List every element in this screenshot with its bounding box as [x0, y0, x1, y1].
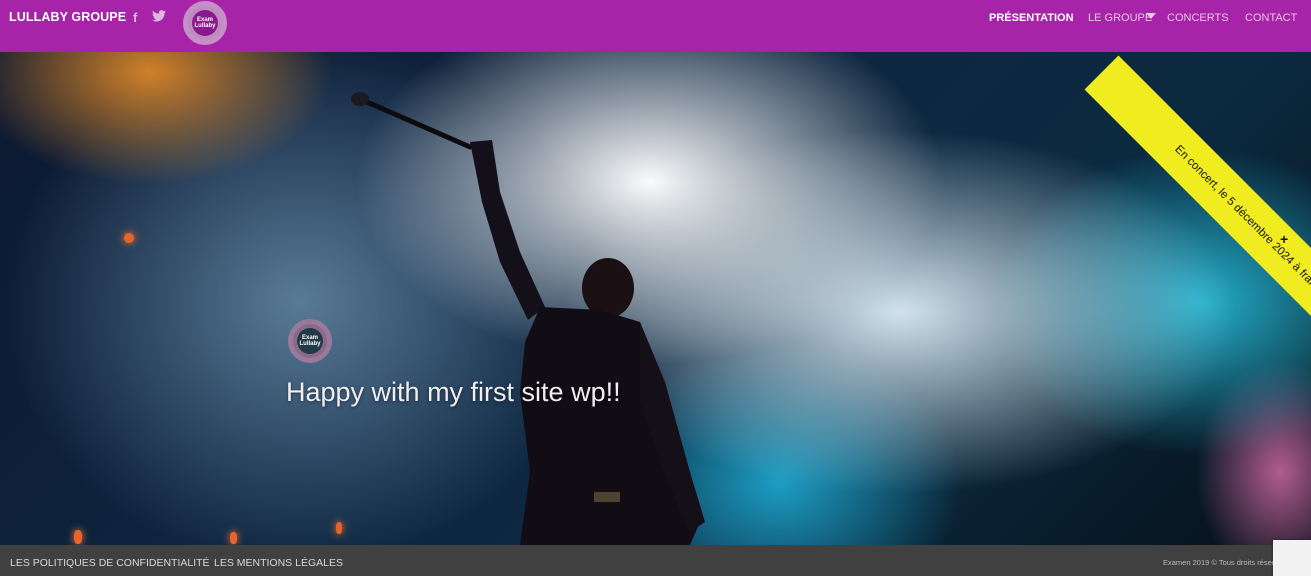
- copyright-text: Examen 2019 © Tous droits réservés: [1163, 558, 1286, 567]
- site-avatar[interactable]: Exam Lullaby: [288, 319, 332, 363]
- site-title[interactable]: LULLABY GROUPE: [9, 10, 126, 24]
- logo-line2: Lullaby: [194, 23, 216, 29]
- footer-link-privacy[interactable]: LES POLITIQUES DE CONFIDENTIALITÉ: [10, 557, 210, 569]
- avatar-mark: Exam Lullaby: [297, 328, 323, 354]
- nav-contact[interactable]: CONTACT: [1245, 12, 1297, 24]
- performer-silhouette: [351, 92, 705, 545]
- nav-le-groupe[interactable]: LE GROUPE: [1088, 12, 1152, 24]
- twitter-icon[interactable]: [152, 10, 166, 24]
- hero-tagline: Happy with my first site wp!!: [286, 377, 621, 407]
- footer: LES POLITIQUES DE CONFIDENTIALITÉ LES ME…: [0, 545, 1311, 576]
- header-logo[interactable]: Exam Lullaby: [183, 1, 227, 45]
- facebook-icon[interactable]: f: [133, 10, 137, 25]
- nav-concerts[interactable]: CONCERTS: [1167, 12, 1229, 24]
- top-navigation-bar: LULLABY GROUPE f Exam Lullaby PRÉSENTATI…: [0, 0, 1311, 52]
- footer-link-legal[interactable]: LES MENTIONS LÉGALES: [214, 557, 343, 569]
- avatar-line2: Lullaby: [299, 341, 321, 347]
- logo-mark: Exam Lullaby: [192, 10, 218, 36]
- chevron-down-icon[interactable]: [1146, 13, 1156, 19]
- nav-presentation[interactable]: PRÉSENTATION: [989, 12, 1074, 24]
- hero-banner: Exam Lullaby Happy with my first site wp…: [0, 52, 1311, 545]
- ribbon-expand-icon[interactable]: +: [1280, 231, 1288, 247]
- recaptcha-badge[interactable]: [1273, 540, 1311, 576]
